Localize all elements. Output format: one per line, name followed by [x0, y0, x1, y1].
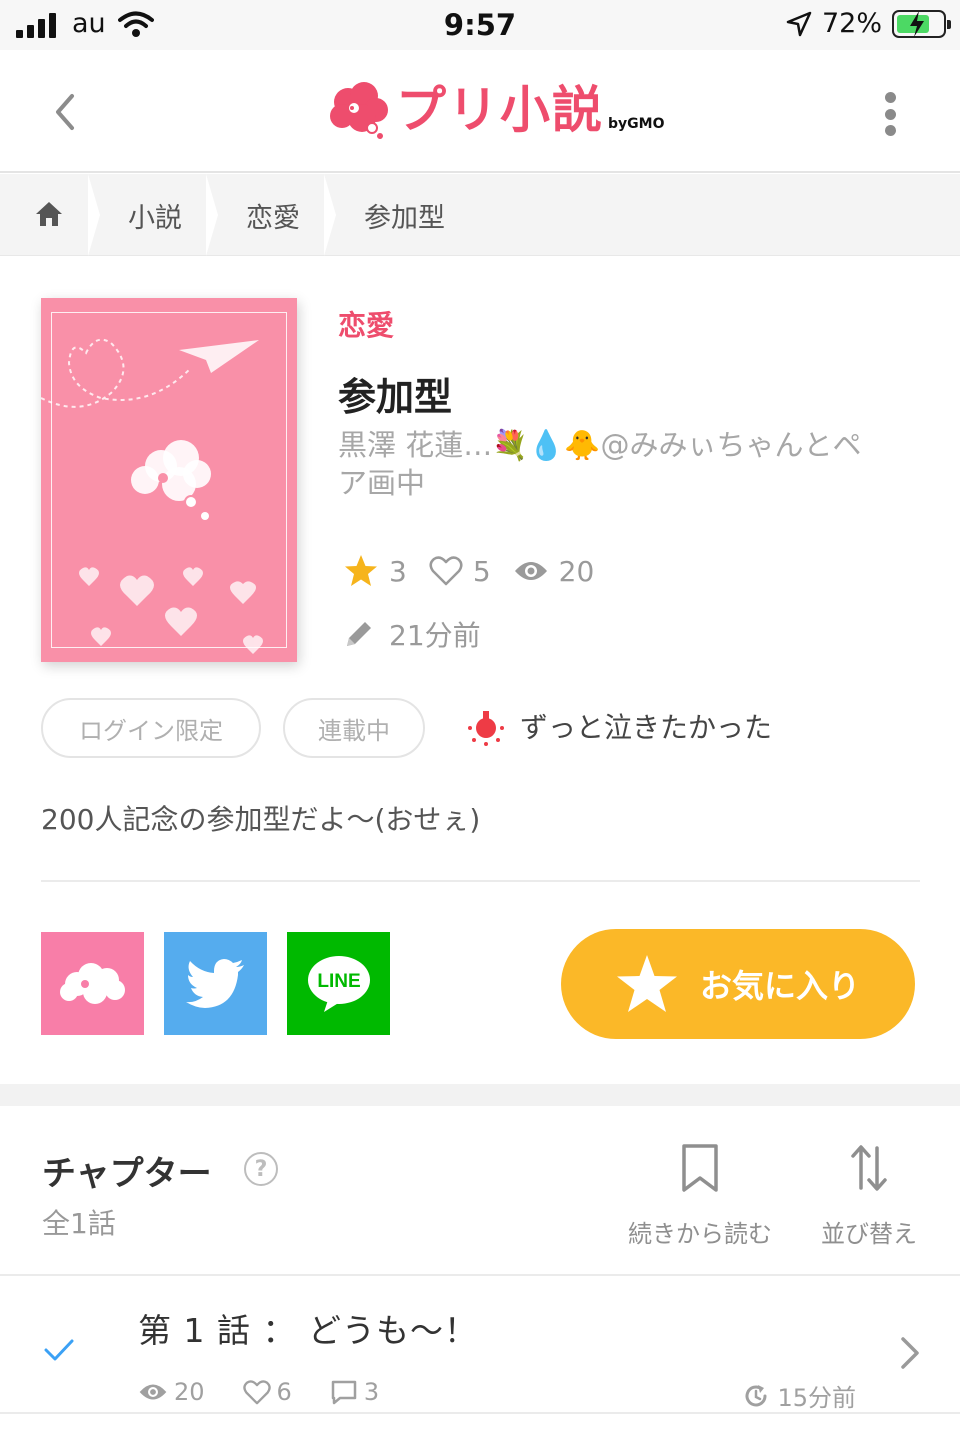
tag-login-only: ログイン限定	[41, 698, 261, 758]
cloud-logo-icon	[330, 82, 388, 139]
favorite-button[interactable]: お気に入り	[561, 929, 915, 1039]
heart-icon	[429, 556, 463, 586]
book-description: 200人記念の参加型だよ〜(おせぇ)	[41, 803, 481, 836]
episode-views: 20	[138, 1378, 205, 1406]
logo-text: プリ小説	[396, 81, 604, 139]
comment-icon	[331, 1380, 357, 1405]
book-cover[interactable]	[41, 298, 297, 662]
twitter-bird-icon	[185, 958, 244, 1008]
svg-text:LINE: LINE	[317, 971, 360, 992]
episode-likes: 6	[242, 1378, 292, 1406]
chevron-left-icon[interactable]	[48, 92, 82, 132]
tag-serializing: 連載中	[283, 698, 425, 758]
share-prism-button[interactable]	[41, 932, 144, 1035]
battery-icon	[892, 9, 951, 38]
heart-icon	[242, 1379, 271, 1404]
breadcrumb-item-current: 参加型	[364, 202, 445, 234]
kebab-menu-icon[interactable]	[882, 92, 898, 136]
divider	[41, 880, 920, 882]
star-icon	[345, 555, 377, 586]
chapter-count: 全1話	[42, 1207, 116, 1240]
bookmark-icon	[682, 1144, 718, 1192]
logo-by-gmo: byGMO	[608, 116, 665, 132]
star-count: 3	[343, 554, 407, 588]
sort-button[interactable]: 並び替え	[816, 1144, 922, 1249]
chapter-section-title: チャプター	[42, 1154, 212, 1194]
updated-time: 21分前	[343, 614, 481, 654]
episode-comments: 3	[330, 1378, 379, 1406]
continue-reading-button[interactable]: 続きから読む	[622, 1144, 778, 1249]
mood-bulb-icon	[468, 711, 504, 746]
battery-percent: 72%	[821, 8, 882, 39]
location-arrow-icon	[786, 11, 812, 36]
eye-icon	[514, 562, 547, 580]
sort-arrows-icon	[851, 1145, 887, 1191]
favorite-label: お気に入り	[699, 967, 860, 1005]
clock-refresh-icon	[745, 1384, 767, 1406]
sort-label: 並び替え	[821, 1220, 917, 1248]
author-name[interactable]: 黒澤 花蓮…💐💧🐥@みみぃちゃんとペ ア画中	[338, 426, 918, 502]
episode-stats: 20 6 3	[138, 1378, 417, 1406]
share-line-button[interactable]: LINE	[287, 932, 390, 1035]
read-check-icon	[44, 1339, 74, 1361]
app-header: プリ小説 byGMO	[0, 50, 960, 173]
like-count: 5	[429, 555, 491, 588]
breadcrumb-separator	[324, 174, 336, 256]
section-gap	[0, 1084, 960, 1106]
breadcrumb-item-romance[interactable]: 恋愛	[246, 174, 300, 256]
app-logo[interactable]: プリ小説 byGMO	[328, 80, 664, 140]
help-icon[interactable]: ?	[244, 1152, 278, 1186]
star-icon	[616, 955, 677, 1012]
eye-icon	[139, 1384, 167, 1400]
line-icon: LINE	[307, 955, 370, 1012]
episode-time: 15分前	[743, 1378, 856, 1413]
episode-row[interactable]: 第 1 話 ： どうも〜！ 20 6 3 15分前	[0, 1276, 960, 1414]
view-count: 20	[513, 555, 594, 588]
status-bar: au 9:57 72%	[0, 0, 960, 50]
genre-label[interactable]: 恋愛	[338, 304, 394, 344]
cover-illustration	[41, 338, 263, 654]
prism-cloud-icon	[59, 962, 125, 1004]
continue-reading-label: 続きから読む	[628, 1220, 772, 1248]
book-title: 参加型	[338, 375, 453, 419]
breadcrumb-separator	[88, 174, 100, 256]
breadcrumb-separator	[206, 174, 218, 256]
episode-title: 第 1 話 ： どうも〜！	[138, 1311, 478, 1350]
mood-label: ずっと泣きたかった	[466, 706, 772, 746]
home-icon[interactable]	[34, 200, 64, 228]
pencil-icon	[347, 622, 371, 646]
book-stats: 3 5 20	[343, 553, 616, 589]
share-twitter-button[interactable]	[164, 932, 267, 1035]
chevron-right-icon	[901, 1337, 919, 1369]
breadcrumb: 小説 恋愛 参加型	[0, 174, 960, 256]
breadcrumb-item-novel[interactable]: 小説	[128, 174, 182, 256]
